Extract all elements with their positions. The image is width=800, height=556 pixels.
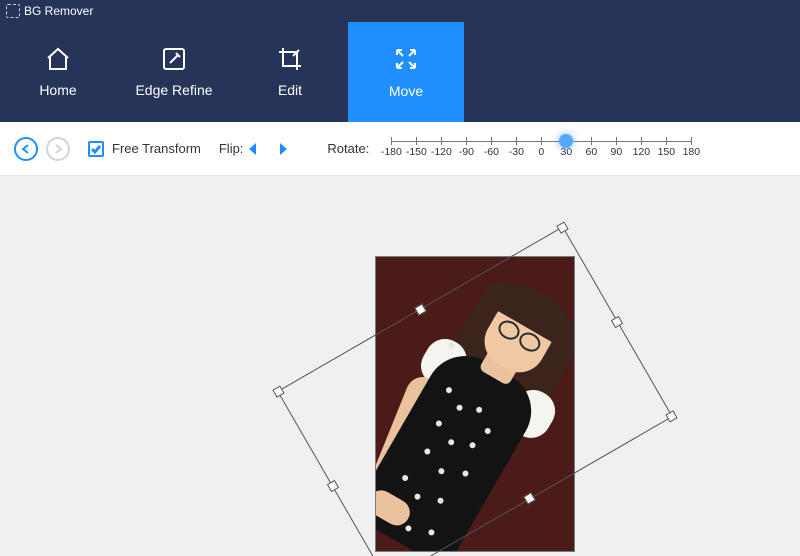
undo-button[interactable] [14, 137, 38, 161]
handle-top-left[interactable] [272, 385, 284, 397]
rotate-tick-label: 180 [683, 146, 701, 158]
tool-edge-refine[interactable]: Edge Refine [116, 22, 232, 122]
expand-arrows-icon [392, 45, 420, 73]
crop-icon [277, 46, 303, 72]
rotate-tick [616, 137, 617, 145]
rotate-tick-label: 150 [658, 146, 676, 158]
home-icon [44, 46, 72, 72]
subject-person [375, 256, 575, 552]
rotate-tick [541, 137, 542, 145]
rotate-tick [466, 137, 467, 145]
handle-top-right[interactable] [556, 221, 568, 233]
redo-button[interactable] [46, 137, 70, 161]
rotate-tick [416, 137, 417, 145]
rotate-tick [691, 137, 692, 145]
free-transform-label: Free Transform [112, 141, 201, 156]
options-bar: Free Transform Flip: Rotate: -180 -150 -12… [0, 122, 800, 176]
rotate-tick-label: -90 [459, 146, 474, 158]
rotate-tick [441, 137, 442, 145]
flip-vertical-icon [271, 142, 287, 156]
flip-horizontal-button[interactable] [249, 142, 265, 156]
flip-label: Flip: [219, 141, 244, 156]
handle-middle-left[interactable] [327, 480, 339, 492]
tool-move-label: Move [389, 83, 423, 99]
check-icon [91, 144, 101, 154]
rotate-tick-label: 120 [633, 146, 651, 158]
flip-horizontal-icon [249, 142, 265, 156]
rotate-tick-label: 60 [586, 146, 598, 158]
canvas-area[interactable] [0, 176, 800, 556]
app-logo-icon [6, 4, 20, 18]
rotate-tick-label: -150 [406, 146, 427, 158]
rotate-tick [391, 137, 392, 145]
rotate-slider[interactable]: -180-150-120-90-60-300306090120150180 [391, 131, 691, 167]
tool-edit-label: Edit [278, 82, 302, 98]
rotate-tick [666, 137, 667, 145]
tool-home-label: Home [39, 82, 76, 98]
rotate-tick-label: 0 [538, 146, 544, 158]
rotate-tick-label: -30 [509, 146, 524, 158]
tool-edge-refine-label: Edge Refine [135, 82, 212, 98]
redo-icon [52, 143, 64, 155]
free-transform-checkbox[interactable] [88, 141, 104, 157]
rotate-tick-label: -60 [484, 146, 499, 158]
flip-vertical-button[interactable] [271, 142, 287, 156]
flip-group: Flip: [219, 141, 288, 156]
handle-middle-right[interactable] [611, 316, 623, 328]
rotate-tick [491, 137, 492, 145]
app-title: BG Remover [24, 4, 93, 18]
undo-icon [20, 143, 32, 155]
rotate-tick [516, 137, 517, 145]
handle-bottom-right[interactable] [665, 410, 677, 422]
rotate-tick-label: 90 [611, 146, 623, 158]
rotate-slider-handle[interactable] [559, 134, 573, 148]
free-transform-toggle[interactable]: Free Transform [88, 141, 201, 157]
tool-move[interactable]: Move [348, 22, 464, 122]
titlebar: BG Remover [0, 0, 800, 22]
image-frame[interactable] [375, 256, 575, 552]
rotate-tick-label: -180 [381, 146, 402, 158]
rotate-label: Rotate: [327, 141, 369, 156]
main-toolbar: Home Edge Refine Edit Move [0, 22, 800, 122]
tool-home[interactable]: Home [0, 22, 116, 122]
rotate-tick [591, 137, 592, 145]
edit-square-icon [161, 46, 187, 72]
rotate-tick-label: -120 [431, 146, 452, 158]
rotate-tick [641, 137, 642, 145]
tool-edit[interactable]: Edit [232, 22, 348, 122]
